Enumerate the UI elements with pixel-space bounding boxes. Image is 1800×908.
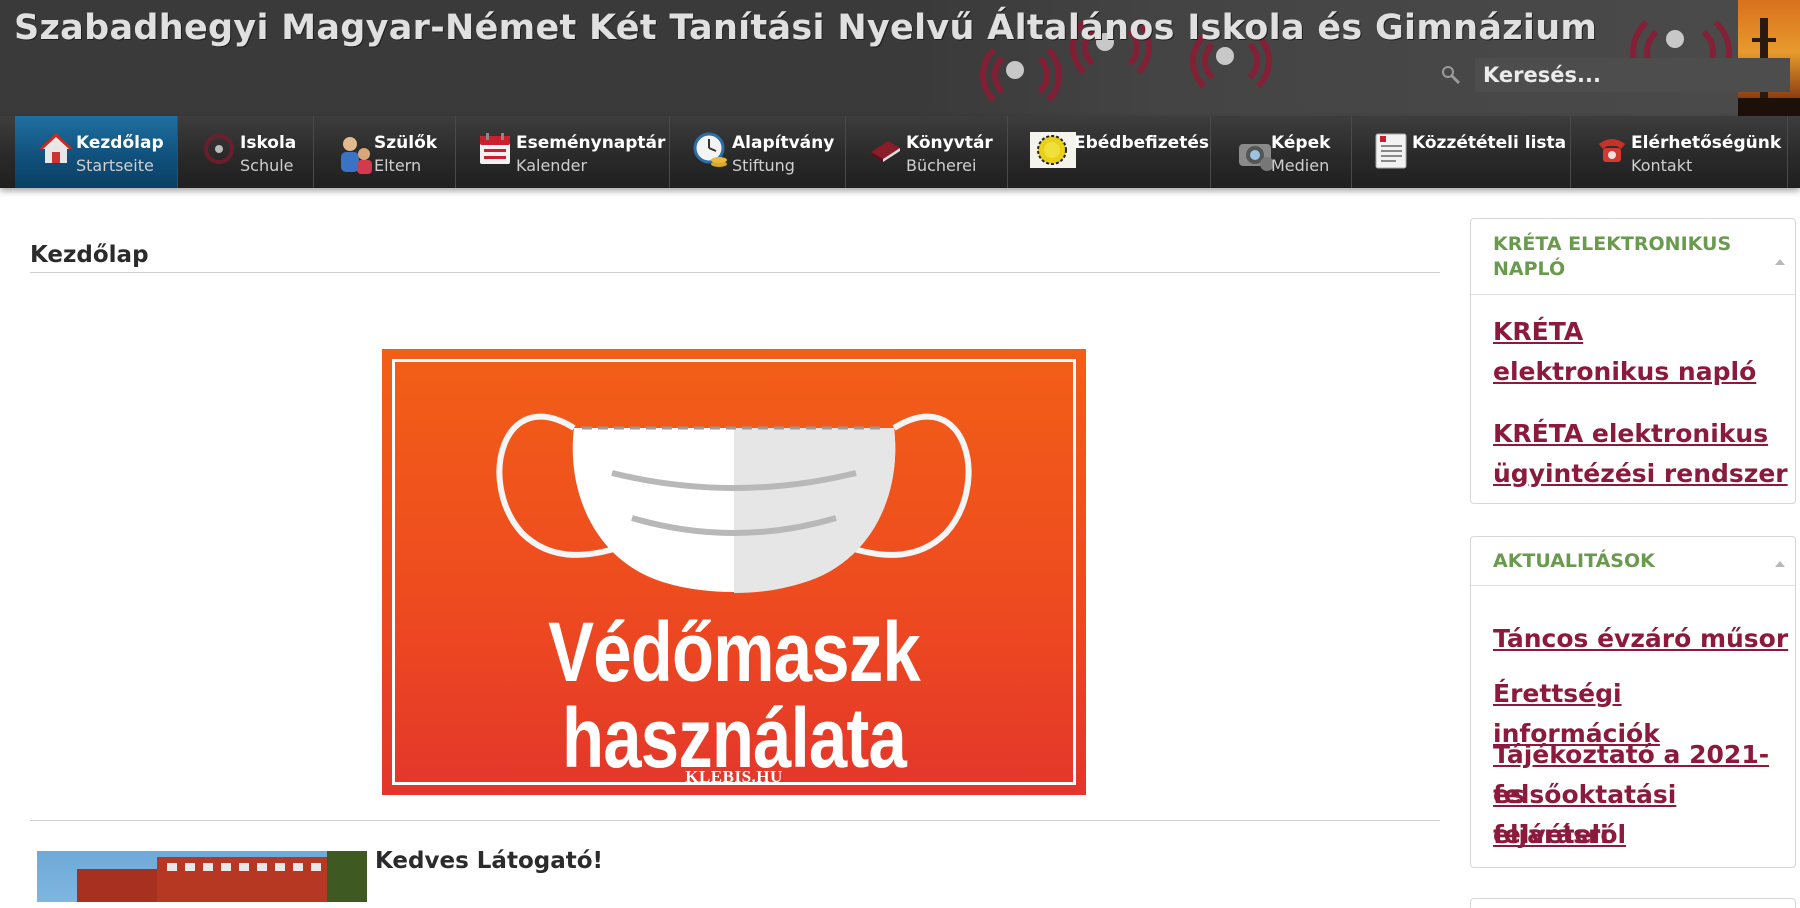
search-icon [1442,66,1461,85]
nav-item-lunch-payment[interactable]: Ebédbefizetés [1008,116,1211,188]
nav-item-pictures[interactable]: Képek Medien [1211,116,1352,188]
school-building-photo[interactable] [37,851,367,902]
calendar-icon [480,133,510,164]
panel-title: AKTUALITÁSOK [1493,550,1655,572]
nav-label: Szülők [374,133,438,153]
banner-credit: KLEBIS.HU [685,767,783,786]
collapse-caret-icon[interactable] [1775,561,1785,567]
nav-sublabel: Kalender [516,156,588,175]
nav-label: Közzétételi lista [1412,133,1567,153]
nav-label: Elérhetőségünk [1631,133,1782,153]
nav-item-library[interactable]: Könyvtár Bücherei [846,116,1008,188]
panel-title: NAPLÓ [1493,258,1566,280]
nav-label: Alapítvány [732,133,835,153]
nav-item-school[interactable]: Iskola Schule [178,116,314,188]
next-panel [1470,898,1796,908]
school-icon [204,134,234,164]
news-panel: AKTUALITÁSOK Táncos évzáró műsor Érettsé… [1470,536,1796,868]
parents-icon [341,137,372,174]
nav-sublabel: Kontakt [1631,156,1693,175]
divider [30,272,1440,273]
collapse-caret-icon[interactable] [1775,259,1785,265]
library-icon [871,141,900,162]
nav-label: Ebédbefizetés [1074,133,1209,153]
nav-item-calendar[interactable]: Eseménynaptár Kalender [456,116,670,188]
news-link[interactable]: Táncos évzáró műsor [1493,619,1788,659]
nav-label: Iskola [240,133,297,153]
nav-label: Kezdőlap [76,133,164,153]
kreta-panel: KRÉTA ELEKTRONIKUS NAPLÓ KRÉTA elektroni… [1470,218,1796,504]
banner-heading: Védőmaszk [548,605,920,699]
nav-item-home[interactable]: Kezdőlap Startseite [15,116,178,188]
nav-item-contact[interactable]: Elérhetőségünk Kontakt [1571,116,1788,188]
nav-sublabel: Bücherei [906,156,977,175]
news-link[interactable]: eljárásról [1493,815,1626,855]
panel-header[interactable]: KRÉTA ELEKTRONIKUS NAPLÓ [1471,219,1795,295]
phone-icon [1599,139,1625,162]
nav-sublabel: Startseite [76,156,154,175]
nav-label: Eseménynaptár [516,133,666,153]
site-header: Szabadhegyi Magyar-Német Két Tanítási Ny… [0,0,1800,116]
main-nav: Kezdőlap Startseite Iskola Schule Szülők… [0,116,1800,188]
mask-notice-banner: Védőmaszk használata kötelező! KLEBIS.HU [382,349,1086,795]
panel-header[interactable]: AKTUALITÁSOK [1471,537,1795,586]
page-title: Kezdőlap [30,242,149,268]
kreta-admin-link[interactable]: ügyintézési rendszer [1493,454,1788,494]
nav-label: Könyvtár [906,133,993,153]
kreta-diary-link[interactable]: elektronikus napló [1493,352,1756,392]
home-icon [39,133,73,163]
nav-sublabel: Eltern [374,156,422,175]
document-list-icon [1375,133,1407,169]
face-mask-icon [496,413,972,593]
nav-sublabel: Schule [240,156,294,175]
nav-item-foundation[interactable]: Alapítvány Stiftung [670,116,846,188]
lunch-payment-icon [1030,132,1076,168]
nav-item-publication-list[interactable]: Közzétételi lista [1352,116,1571,188]
nav-sublabel: Stiftung [732,156,795,175]
nav-item-parents[interactable]: Szülők Eltern [314,116,456,188]
panel-title: KRÉTA ELEKTRONIKUS [1493,233,1732,255]
site-title[interactable]: Szabadhegyi Magyar-Német Két Tanítási Ny… [14,8,1597,48]
foundation-icon [693,132,727,167]
kreta-admin-link[interactable]: KRÉTA elektronikus [1493,414,1768,454]
nav-sublabel: Medien [1271,156,1330,175]
search-input[interactable] [1475,58,1790,92]
welcome-heading: Kedves Látogató! [375,848,604,874]
nav-label: Képek [1271,133,1331,153]
kreta-diary-link[interactable]: KRÉTA [1493,312,1583,352]
divider [30,820,1440,821]
